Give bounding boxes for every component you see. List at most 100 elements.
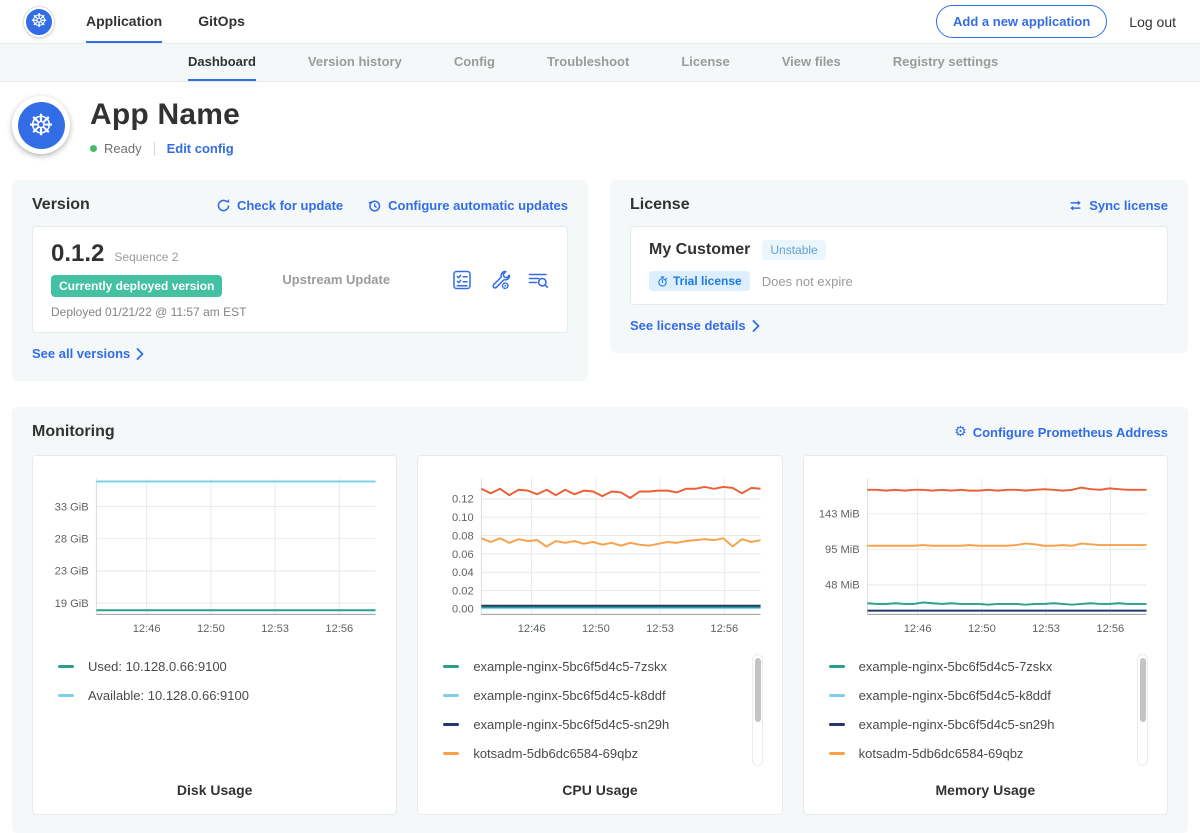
legend-color-dash	[443, 694, 459, 697]
tab-license[interactable]: License	[681, 44, 729, 81]
tab-view-files[interactable]: View files	[782, 44, 841, 81]
license-expiry: Does not expire	[762, 274, 853, 289]
kubernetes-helm-icon: ☸	[18, 102, 65, 149]
logout-link[interactable]: Log out	[1129, 14, 1176, 30]
top-nav: ☸ Application GitOps Add a new applicati…	[0, 0, 1200, 44]
config-wrench-icon[interactable]	[489, 269, 511, 291]
tab-application[interactable]: Application	[86, 0, 162, 43]
svg-text:12:50: 12:50	[197, 623, 225, 635]
cpu-usage-chart: 0.000.020.040.060.080.100.1212:4612:5012…	[431, 469, 768, 642]
tab-application-label: Application	[86, 13, 162, 29]
license-type-badge: Trial license	[649, 271, 750, 291]
legend-item: example-nginx-5bc6f5d4c5-7zskx	[443, 652, 738, 681]
legend-item: example-nginx-5bc6f5d4c5-k8ddf	[443, 681, 738, 710]
cpu-usage-legend: example-nginx-5bc6f5d4c5-7zskx example-ng…	[431, 652, 768, 770]
legend-label: kotsadm-5db6dc6584-69qbz	[859, 746, 1024, 761]
tab-config[interactable]: Config	[454, 44, 495, 81]
svg-text:19 GiB: 19 GiB	[55, 598, 89, 610]
see-all-versions-label: See all versions	[32, 346, 130, 361]
legend-item: example-nginx-5bc6f5d4c5-k8ddf	[829, 681, 1124, 710]
disk-usage-title: Disk Usage	[46, 770, 383, 798]
legend-color-dash	[829, 665, 845, 668]
version-source-label: Upstream Update	[282, 272, 390, 287]
disk-usage-chart: 19 GiB23 GiB28 GiB33 GiB12:4612:5012:531…	[46, 469, 383, 642]
edit-config-link[interactable]: Edit config	[167, 141, 234, 156]
svg-text:0.12: 0.12	[452, 494, 474, 506]
legend-scrollbar[interactable]	[752, 654, 763, 766]
sync-license-link[interactable]: Sync license	[1068, 198, 1168, 213]
page-title: App Name	[90, 98, 240, 132]
version-card-title: Version	[32, 196, 90, 214]
svg-text:12:56: 12:56	[325, 623, 353, 635]
svg-text:12:53: 12:53	[1032, 623, 1060, 635]
chevron-right-icon	[752, 320, 760, 332]
tab-troubleshoot[interactable]: Troubleshoot	[547, 44, 629, 81]
svg-text:12:53: 12:53	[646, 623, 674, 635]
cpu-usage-title: CPU Usage	[431, 770, 768, 798]
disk-usage-legend: Used: 10.128.0.66:9100 Available: 10.128.…	[46, 652, 383, 770]
svg-text:12:50: 12:50	[968, 623, 996, 635]
tab-version-history[interactable]: Version history	[308, 44, 402, 81]
legend-item: example-nginx-5bc6f5d4c5-sn29h	[443, 710, 738, 739]
deploy-logs-icon[interactable]	[527, 269, 549, 291]
legend-label: kotsadm-5db6dc6584-69qbz	[473, 746, 638, 761]
preflight-checks-icon[interactable]	[451, 269, 473, 291]
svg-text:0.06: 0.06	[452, 549, 474, 561]
memory-usage-legend: example-nginx-5bc6f5d4c5-7zskx example-ng…	[817, 652, 1154, 770]
legend-color-dash	[58, 665, 74, 668]
scrollbar-thumb[interactable]	[1140, 658, 1146, 722]
configure-automatic-updates-link[interactable]: Configure automatic updates	[367, 198, 568, 213]
see-license-details-label: See license details	[630, 318, 746, 333]
legend-label: Available: 10.128.0.66:9100	[88, 688, 249, 703]
legend-label: example-nginx-5bc6f5d4c5-7zskx	[859, 659, 1053, 674]
chevron-right-icon	[136, 348, 144, 360]
svg-text:12:56: 12:56	[1096, 623, 1124, 635]
memory-usage-title: Memory Usage	[817, 770, 1154, 798]
svg-text:33 GiB: 33 GiB	[55, 501, 89, 513]
configure-prometheus-label: Configure Prometheus Address	[973, 425, 1168, 440]
tab-gitops-label: GitOps	[198, 13, 245, 29]
see-all-versions-link[interactable]: See all versions	[32, 346, 144, 361]
legend-color-dash	[829, 723, 845, 726]
add-application-button[interactable]: Add a new application	[936, 5, 1107, 38]
top-nav-tabs: Application GitOps	[86, 0, 245, 43]
gear-icon: ⚙	[954, 425, 967, 439]
svg-text:12:46: 12:46	[133, 623, 161, 635]
legend-label: Used: 10.128.0.66:9100	[88, 659, 227, 674]
legend-label: example-nginx-5bc6f5d4c5-k8ddf	[859, 688, 1051, 703]
tab-gitops[interactable]: GitOps	[198, 0, 245, 43]
memory-usage-chart: 48 MiB95 MiB143 MiB12:4612:5012:5312:56	[817, 469, 1154, 642]
legend-item: Available: 10.128.0.66:9100	[58, 681, 353, 710]
svg-text:12:50: 12:50	[582, 623, 610, 635]
legend-color-dash	[443, 665, 459, 668]
clock-update-icon	[367, 198, 382, 213]
app-header: ☸ App Name Ready Edit config	[0, 82, 1200, 172]
tab-dashboard[interactable]: Dashboard	[188, 44, 256, 81]
deployed-badge: Currently deployed version	[51, 275, 222, 297]
version-sequence: Sequence 2	[114, 250, 178, 264]
legend-label: example-nginx-5bc6f5d4c5-7zskx	[473, 659, 667, 674]
svg-text:28 GiB: 28 GiB	[55, 534, 89, 546]
app-sub-nav: Dashboard Version history Config Trouble…	[0, 44, 1200, 82]
version-card: Version Check for update Configure autom…	[12, 180, 588, 381]
configure-automatic-updates-label: Configure automatic updates	[388, 198, 568, 213]
version-number: 0.1.2	[51, 240, 104, 268]
legend-item: example-nginx-5bc6f5d4c5-sn29h	[829, 710, 1124, 739]
see-license-details-link[interactable]: See license details	[630, 318, 760, 333]
tab-registry-settings[interactable]: Registry settings	[893, 44, 998, 81]
legend-item: kotsadm-5db6dc6584-69qbz	[443, 739, 738, 768]
legend-item: example-nginx-5bc6f5d4c5-7zskx	[829, 652, 1124, 681]
legend-color-dash	[443, 723, 459, 726]
scrollbar-thumb[interactable]	[755, 658, 761, 722]
legend-item: Used: 10.128.0.66:9100	[58, 652, 353, 681]
svg-text:12:56: 12:56	[711, 623, 739, 635]
svg-text:23 GiB: 23 GiB	[55, 566, 89, 578]
check-for-update-link[interactable]: Check for update	[216, 198, 343, 213]
legend-scrollbar[interactable]	[1137, 654, 1148, 766]
configure-prometheus-link[interactable]: ⚙ Configure Prometheus Address	[954, 425, 1168, 440]
license-card: License Sync license My Customer Unstabl…	[610, 180, 1188, 353]
current-version-panel: 0.1.2 Sequence 2 Currently deployed vers…	[32, 226, 568, 333]
monitoring-card: Monitoring ⚙ Configure Prometheus Addres…	[12, 407, 1188, 833]
divider	[154, 142, 155, 156]
svg-text:48 MiB: 48 MiB	[825, 580, 860, 592]
